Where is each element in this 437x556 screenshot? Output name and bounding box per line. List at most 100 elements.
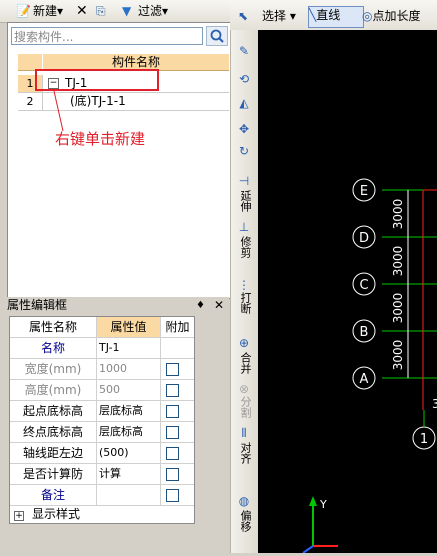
property-name: 备注 [10, 485, 97, 505]
point-length-label: 点加长度 [372, 9, 421, 23]
property-row[interactable]: 轴线距左边 (500) [10, 443, 194, 464]
header-name: 属性名称 [10, 317, 97, 337]
merge-icon: ⊕ [238, 336, 250, 350]
extra-checkbox[interactable] [166, 363, 179, 376]
search-button[interactable] [206, 26, 228, 46]
extra-checkbox[interactable] [166, 405, 179, 418]
point-length-button[interactable]: ◎点加长度 [362, 8, 421, 24]
component-toolbar: 📝 新建▾ ✕ ⎘ ▼ 过滤▾ [0, 0, 230, 23]
property-name: 宽度(mm) [10, 359, 97, 379]
select-button[interactable]: 选择 ▾ [262, 8, 296, 24]
property-value[interactable] [97, 485, 161, 505]
tool-merge[interactable]: 合并 [238, 352, 252, 374]
ucs-z-axis [302, 545, 314, 554]
extra-checkbox[interactable] [166, 447, 179, 460]
axis-label-a: A [360, 372, 369, 387]
new-button[interactable]: 新建▾ [33, 3, 63, 19]
component-label: (底)TJ-1-1 [70, 94, 126, 108]
property-row[interactable]: 高度(mm) 500 [10, 380, 194, 401]
property-name: 起点底标高 [10, 401, 97, 421]
extend-icon: ⊣ [238, 174, 250, 188]
property-value[interactable]: (500) [97, 443, 161, 463]
property-row[interactable]: 终点底标高 层底标高 [10, 422, 194, 443]
axis-label-e: E [360, 184, 368, 199]
delete-icon[interactable]: ✕ [76, 3, 88, 19]
property-row[interactable]: 名称 TJ-1 [10, 338, 194, 359]
new-icon[interactable]: 📝 [16, 3, 31, 19]
tool-split[interactable]: 分割 [238, 396, 252, 418]
property-value[interactable]: 层底标高 [97, 401, 161, 421]
mirror-icon[interactable]: ⟲ [237, 72, 251, 86]
tool-extend[interactable]: 延伸 [238, 190, 252, 212]
extra-checkbox[interactable] [166, 489, 179, 502]
search-input[interactable]: 搜索构件... [11, 27, 203, 45]
close-icon[interactable]: ✕ [214, 297, 224, 314]
property-name: 轴线距左边 [10, 443, 97, 463]
copy-icon[interactable]: ⎘ [96, 3, 106, 19]
property-value[interactable]: TJ-1 [97, 338, 161, 358]
dimension-text: 3000 [391, 199, 405, 230]
property-name: 是否计算防 [10, 464, 97, 484]
move-icon[interactable]: ✥ [237, 122, 251, 136]
search-icon [210, 29, 224, 43]
extra-checkbox[interactable] [166, 426, 179, 439]
drawing-toolbar: ⬉ 选择 ▾ ╲直线 ◎点加长度 [230, 0, 437, 31]
property-value[interactable]: 500 [97, 380, 161, 400]
tool-trim[interactable]: 修剪 [238, 236, 252, 258]
expand-toggle[interactable]: + [14, 511, 24, 521]
select-label: 选择 [262, 9, 287, 23]
ucs-y-label: Y [319, 498, 327, 511]
drawing-canvas[interactable]: E D C B A 1 3000 3000 3000 3000 3 Y [258, 30, 437, 554]
extra-checkbox[interactable] [166, 384, 179, 397]
cursor-icon: ⬉ [238, 9, 249, 23]
pen-icon[interactable]: ✎ [237, 44, 251, 58]
trim-icon: ⊥ [238, 220, 250, 234]
component-list-panel: 搜索构件... 构件名称 1 − TJ-1 2 (底)TJ-1-1 [7, 22, 231, 299]
panel-title-text: 属性编辑框 [7, 298, 68, 312]
filter-icon: ▼ [122, 4, 132, 18]
partial-dimension-text: 3 [432, 397, 437, 411]
tool-align[interactable]: 对齐 [238, 442, 252, 464]
property-row[interactable]: 起点底标高 层底标高 [10, 401, 194, 422]
property-value[interactable]: 1000 [97, 359, 161, 379]
dimension-text: 3000 [391, 340, 405, 371]
line-button[interactable]: ╲直线 [308, 6, 364, 28]
break-icon: ⋮ [238, 278, 250, 292]
header-extra: 附加 [165, 320, 190, 334]
axis-label-b: B [360, 325, 369, 340]
property-header-row: 属性名称 属性值 附加 [10, 317, 194, 338]
property-row[interactable]: 是否计算防 计算 [10, 464, 194, 485]
axis-label-1: 1 [420, 432, 428, 447]
property-grid: 属性名称 属性值 附加 名称 TJ-1 宽度(mm) 1000 高度(mm) 5… [9, 316, 195, 524]
property-name: 显示样式 [32, 507, 81, 521]
highlight-box [35, 69, 159, 91]
axis-label-c: C [359, 278, 368, 293]
property-name: 名称 [10, 338, 97, 358]
drawing-svg: E D C B A 1 3000 3000 3000 3000 3 Y [302, 178, 437, 554]
point-length-icon: ◎ [362, 9, 373, 23]
component-row-tj1-1[interactable]: (底)TJ-1-1 [43, 93, 229, 111]
ucs-y-arrow [309, 496, 317, 506]
dimension-text: 3000 [391, 293, 405, 324]
property-row-display-style[interactable]: + 显示样式 [10, 506, 194, 526]
property-panel-title: 属性编辑框 ♦ ✕ [7, 297, 229, 314]
extra-checkbox[interactable] [166, 468, 179, 481]
filter-button[interactable]: 过滤▾ [138, 3, 168, 19]
annotation-text: 右键单击新建 [55, 130, 146, 148]
filter-label: 过滤 [138, 4, 163, 18]
property-name: 终点底标高 [10, 422, 97, 442]
property-row[interactable]: 备注 [10, 485, 194, 506]
property-value[interactable]: 计算 [97, 464, 161, 484]
modify-tool-strip: ✎ ⟲ ◭ ✥ ↻ ⊣ 延伸 ⊥ 修剪 ⋮ 打断 ⊕ 合并 ⊗ 分割 ⫴ 对齐 … [230, 30, 259, 553]
property-name: 高度(mm) [10, 380, 97, 400]
tool-offset[interactable]: 偏移 [238, 510, 252, 532]
property-row[interactable]: 宽度(mm) 1000 [10, 359, 194, 380]
property-value[interactable]: 层底标高 [97, 422, 161, 442]
split-icon: ⊗ [238, 382, 250, 396]
tool-break[interactable]: 打断 [238, 292, 252, 314]
offset-icon: ◍ [238, 494, 250, 508]
pin-icon[interactable]: ♦ [196, 297, 205, 314]
rotate-icon[interactable]: ↻ [237, 144, 251, 158]
header-value: 属性值 [97, 317, 161, 337]
triangle-icon[interactable]: ◭ [237, 96, 251, 110]
